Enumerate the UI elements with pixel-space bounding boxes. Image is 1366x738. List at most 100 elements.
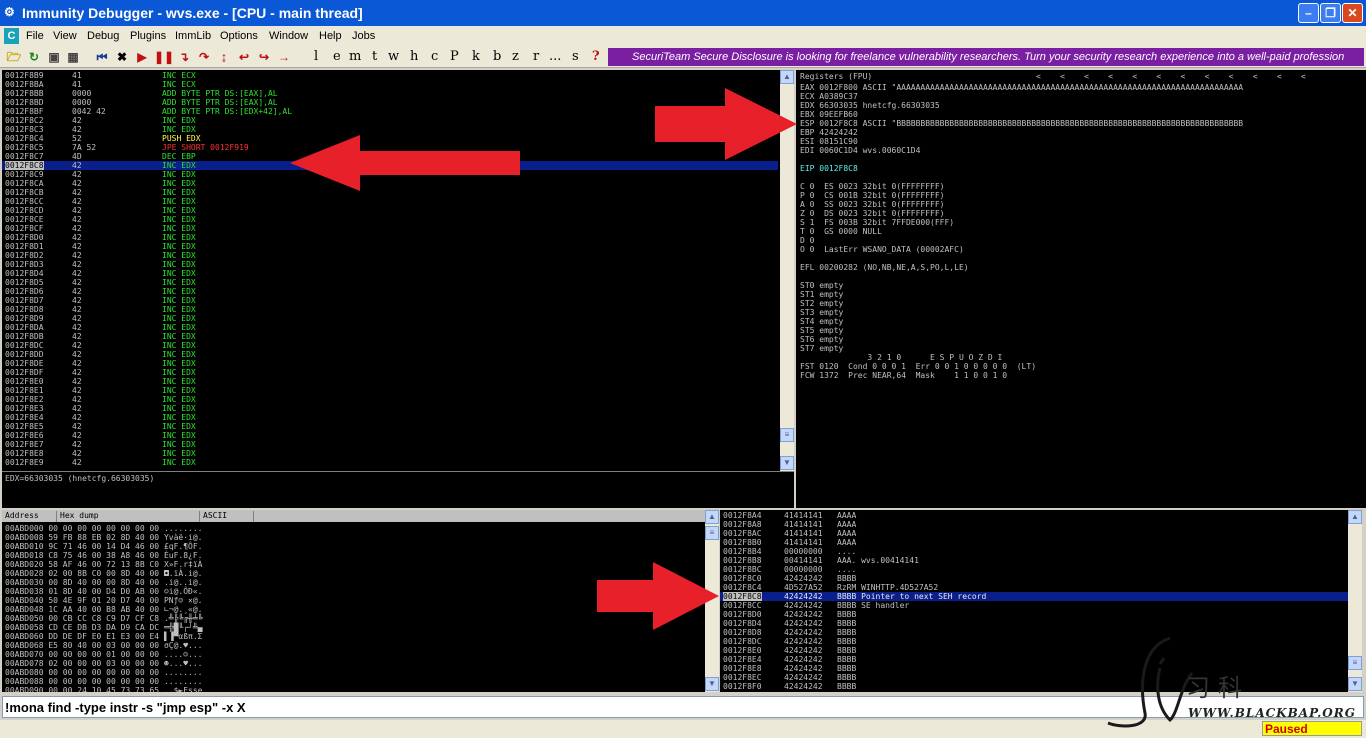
menu-window[interactable]: Window <box>269 26 308 46</box>
stack-row[interactable]: 0012F8B0 41414141 AAAA <box>720 538 1348 547</box>
disasm-row[interactable]: 0012F8D8 42 INC EDX <box>2 305 778 314</box>
disasm-row[interactable]: 0012F8E8 42 INC EDX <box>2 449 778 458</box>
execute-till-return-icon[interactable]: ↪ <box>256 49 272 65</box>
toolbar-handles[interactable]: h <box>410 48 418 66</box>
hexdump-row[interactable]: 00ABD020 58 AF 46 00 72 13 8B C0 X»F.r‡ï… <box>5 560 202 569</box>
menu-immlib[interactable]: ImmLib <box>175 26 211 46</box>
hexdump-row[interactable]: 00ABD068 E5 80 40 00 03 00 00 00 σÇ@.♥..… <box>5 641 202 650</box>
col-hex-dump[interactable]: Hex dump <box>57 511 200 522</box>
register-line[interactable]: ST0 empty <box>800 281 843 290</box>
toolbar-windows[interactable]: w <box>388 48 399 66</box>
register-line[interactable]: A 0 SS 0023 32bit 0(FFFFFFFF) <box>800 200 945 209</box>
stack-row[interactable]: 0012F8DC 42424242 BBBB <box>720 637 1348 646</box>
toolbar-executable[interactable]: e <box>333 48 341 66</box>
disasm-row[interactable]: 0012F8B9 41 INC ECX <box>2 71 778 80</box>
hexdump-row[interactable]: 00ABD030 00 8D 40 00 00 8D 40 00 .i@..i@… <box>5 578 202 587</box>
scroll-thumb[interactable]: ≡ <box>780 428 794 442</box>
disasm-row[interactable]: 0012F8D2 42 INC EDX <box>2 251 778 260</box>
register-line[interactable]: ST2 empty <box>800 299 843 308</box>
disasm-row[interactable]: 0012F8D0 42 INC EDX <box>2 233 778 242</box>
menu-debug[interactable]: Debug <box>87 26 119 46</box>
scroll-thumb[interactable]: ≡ <box>705 526 719 540</box>
register-line[interactable]: C 0 ES 0023 32bit 0(FFFFFFFF) <box>800 182 945 191</box>
pause-icon[interactable]: ❚❚ <box>154 49 174 65</box>
disasm-row[interactable]: 0012F8E5 42 INC EDX <box>2 422 778 431</box>
menu-help[interactable]: Help <box>319 26 342 46</box>
disasm-row[interactable]: 0012F8E2 42 INC EDX <box>2 395 778 404</box>
open-folder-icon[interactable]: 🗁 <box>6 49 22 65</box>
stack-row[interactable]: 0012F8BC 00000000.... <box>720 565 1348 574</box>
scroll-down-icon[interactable]: ▼ <box>1348 677 1362 691</box>
disasm-row[interactable]: 0012F8D3 42 INC EDX <box>2 260 778 269</box>
disasm-row[interactable]: 0012F8D5 42 INC EDX <box>2 278 778 287</box>
toolbar-patches[interactable]: P <box>450 48 459 66</box>
hexdump-row[interactable]: 00ABD080 00 00 00 00 00 00 00 00 .......… <box>5 668 202 677</box>
hexdump-row[interactable]: 00ABD028 02 00 8B C0 00 8D 40 00 ◘.ïÀ.i@… <box>5 569 202 578</box>
disasm-row[interactable]: 0012F8CC 42 INC EDX <box>2 197 778 206</box>
rewind-icon[interactable]: ⏮ <box>94 49 110 65</box>
disasm-row[interactable]: 0012F8E1 42 INC EDX <box>2 386 778 395</box>
register-line[interactable]: ST4 empty <box>800 317 843 326</box>
stack-row[interactable]: 0012F8C8 42424242 BBBB Pointer to next SEH… <box>720 592 1348 601</box>
stack-row[interactable]: 0012F8CC 42424242 BBBB SE handler <box>720 601 1348 610</box>
stack-row[interactable]: 0012F8C4 4D527A52 RzRM WINHTTP.4D527A52 <box>720 583 1348 592</box>
col-ascii[interactable]: ASCII <box>200 511 254 522</box>
registers-pane[interactable]: Registers (FPU) < < < < < < < < < < < < EA… <box>796 70 1366 508</box>
stack-pane[interactable]: 0012F8A4 41414141 AAAA 0012F8A8 41414141 AAAA… <box>720 510 1348 692</box>
disasm-row[interactable]: 0012F8CF 42 INC EDX <box>2 224 778 233</box>
stack-row[interactable]: 0012F8E0 42424242 BBBB <box>720 646 1348 655</box>
stack-row[interactable]: 0012F8E8 42424242 BBBB <box>720 664 1348 673</box>
register-line[interactable]: EIP 0012F8C8 <box>800 164 858 173</box>
stack-scrollbar[interactable]: ▲ ≡ ▼ <box>1348 510 1362 692</box>
hexdump-row[interactable]: 00ABD048 1C AA 40 00 B8 AB 40 00 ∟¬@.¸«@… <box>5 605 202 614</box>
cpu-window-icon[interactable]: C <box>4 28 19 44</box>
step-over-icon[interactable]: ↷ <box>196 49 212 65</box>
register-line[interactable]: O 0 LastErr WSANO_DATA (00002AFC) <box>800 245 964 254</box>
register-line[interactable]: 3 2 1 0 E S P U O Z D I <box>800 353 1002 362</box>
register-line[interactable]: S 1 FS 003B 32bit 7FFDE000(FFF) <box>800 218 954 227</box>
toolbar-breakpoints[interactable]: b <box>493 48 501 66</box>
disasm-row[interactable]: 0012F8E3 42 INC EDX <box>2 404 778 413</box>
scroll-up-icon[interactable]: ▲ <box>780 70 794 84</box>
registers-header[interactable]: Registers (FPU) <box>800 72 872 81</box>
stack-row[interactable]: 0012F8E4 42424242 BBBB <box>720 655 1348 664</box>
scroll-thumb[interactable]: ≡ <box>1348 656 1362 670</box>
register-scroll-arrows-icon[interactable]: < < < < < < < < < < < < <box>1036 72 1306 81</box>
close-button[interactable]: ✕ <box>1342 3 1363 23</box>
restart-icon[interactable]: ↻ <box>26 49 42 65</box>
toolbar-cpu[interactable]: c <box>431 48 438 66</box>
register-line[interactable]: EAX 0012F800 ASCII "AAAAAAAAAAAAAAAAAAAA… <box>800 83 1243 92</box>
disasm-row[interactable]: 0012F8D6 42 INC EDX <box>2 287 778 296</box>
terminal-icon[interactable]: ▣ <box>46 49 62 65</box>
disasm-row[interactable]: 0012F8DF 42 INC EDX <box>2 368 778 377</box>
hexdump-row[interactable]: 00ABD078 02 00 00 00 03 00 00 00 ☻...♥..… <box>5 659 202 668</box>
sponsor-banner[interactable]: SecuriTeam Secure Disclosure is looking … <box>608 48 1364 66</box>
stack-row[interactable]: 0012F8B8 00414141 AAA. wvs.00414141 <box>720 556 1348 565</box>
hexdump-row[interactable]: 00ABD010 9C 71 46 00 14 D4 46 00 £qF.¶ÔF… <box>5 542 202 551</box>
register-line[interactable]: ESP 0012F8C8 ASCII "BBBBBBBBBBBBBBBBBBBB… <box>800 119 1243 128</box>
register-line[interactable]: D 0 <box>800 236 814 245</box>
hexdump-row[interactable]: 00ABD050 00 CB CC C8 C9 D7 CF C8 .╩╠╚╔╫╧… <box>5 614 202 623</box>
hexdump-row[interactable]: 00ABD040 50 4E 9F 01 20 D7 40 00 PNƒ☺ ×@… <box>5 596 202 605</box>
disasm-row[interactable]: 0012F8D1 42 INC EDX <box>2 242 778 251</box>
disasm-row[interactable]: 0012F8E0 42 INC EDX <box>2 377 778 386</box>
disasm-row[interactable]: 0012F8D7 42 INC EDX <box>2 296 778 305</box>
stack-row[interactable]: 0012F8D0 42424242 BBBB <box>720 610 1348 619</box>
disasm-row[interactable]: 0012F8DA 42 INC EDX <box>2 323 778 332</box>
stack-row[interactable]: 0012F8F0 42424242 BBBB <box>720 682 1348 691</box>
register-line[interactable]: FCW 1372 Prec NEAR,64 Mask 1 1 0 0 1 0 <box>800 371 1007 380</box>
window-icon[interactable]: ▦ <box>65 49 81 65</box>
toolbar-log[interactable]: l <box>314 48 318 66</box>
hexdump-row[interactable]: 00ABD090 00 00 24 10 45 73 73 65 ..$►Ess… <box>5 686 202 692</box>
menu-file[interactable]: File <box>26 26 44 46</box>
toolbar-references[interactable]: r <box>533 48 539 66</box>
scroll-up-icon[interactable]: ▲ <box>705 510 719 524</box>
hexdump-row[interactable]: 00ABD000 00 00 00 00 00 00 00 00 .......… <box>5 524 202 533</box>
register-line[interactable]: ST5 empty <box>800 326 843 335</box>
toolbar-callstack[interactable]: k <box>472 48 480 66</box>
stack-row[interactable]: 0012F8AC 41414141 AAAA <box>720 529 1348 538</box>
toolbar-help[interactable]: ? <box>592 48 600 66</box>
register-line[interactable]: ECX A0389C37 <box>800 92 858 101</box>
disasm-row[interactable]: 0012F8DE 42 INC EDX <box>2 359 778 368</box>
stack-row[interactable]: 0012F8D4 42424242 BBBB <box>720 619 1348 628</box>
